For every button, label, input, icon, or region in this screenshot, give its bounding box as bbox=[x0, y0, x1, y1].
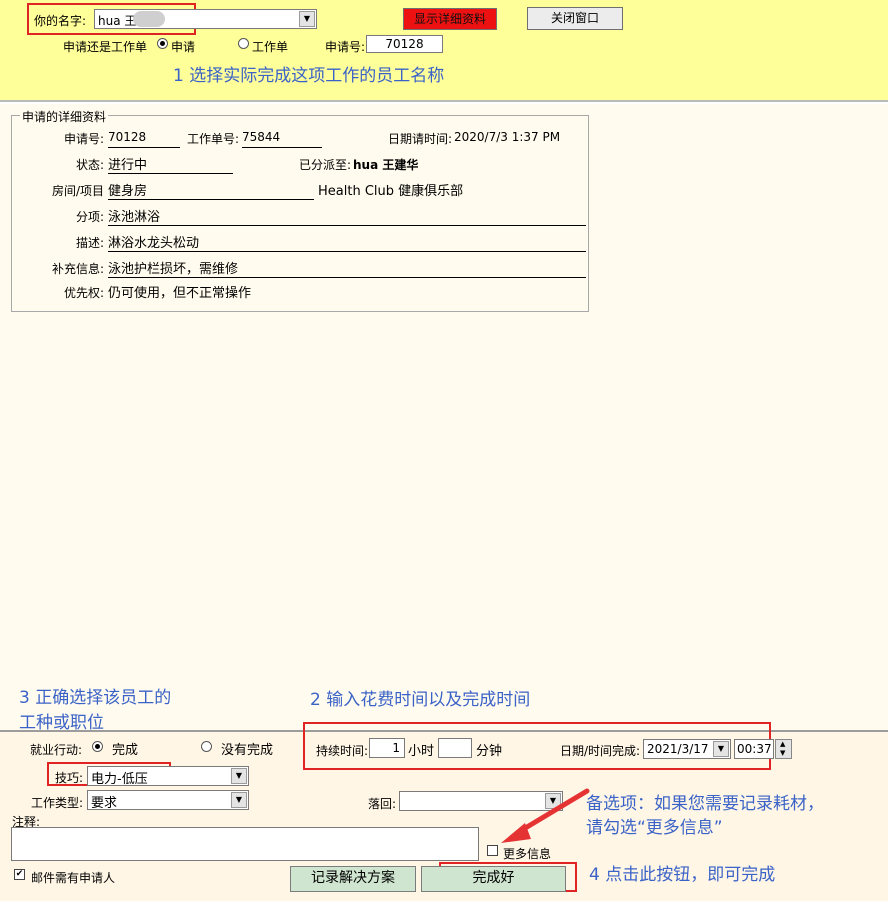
skill-select-value: 电力-低压 bbox=[91, 772, 148, 787]
worktype-label: 工作类型: bbox=[31, 796, 84, 810]
name-select[interactable]: hua 王 ▼ bbox=[94, 9, 317, 29]
detail-subitem: 泳池淋浴 bbox=[108, 206, 586, 226]
detail-desc: 淋浴水龙头松动 bbox=[108, 232, 586, 252]
completion-date-value: 2021/3/17 bbox=[647, 742, 709, 756]
skill-select[interactable]: 电力-低压 ▼ bbox=[87, 766, 249, 787]
detail-workorder-label: 工作单号: bbox=[187, 132, 240, 146]
annotation-optional-line2: 请勾选“更多信息” bbox=[586, 818, 723, 838]
detail-workorder: 75844 bbox=[242, 130, 322, 148]
annotation-step-3-line1: 3 正确选择该员工的 bbox=[19, 688, 172, 708]
completion-time-input[interactable]: 00:37 bbox=[734, 739, 774, 759]
detail-assigned: hua 王建华 bbox=[353, 158, 419, 172]
blurred-name-mask bbox=[133, 11, 165, 27]
minutes-input[interactable] bbox=[438, 738, 472, 758]
detail-status: 进行中 bbox=[108, 154, 233, 174]
email-checkbox[interactable]: ✔ bbox=[14, 869, 25, 880]
detail-room-label: 房间/项目 bbox=[52, 184, 105, 198]
details-group: 申请的详细资料 申请号: 70128 工作单号: 75844 日期请时间: 20… bbox=[11, 108, 589, 312]
radio-workorder-label: 工作单 bbox=[252, 40, 289, 54]
chevron-down-icon[interactable]: ▼ bbox=[299, 11, 315, 27]
annotation-step-4: 4 点击此按钮，即可完成 bbox=[589, 865, 776, 885]
detail-status-label: 状态: bbox=[76, 158, 105, 172]
close-window-button[interactable]: 关闭窗口 bbox=[527, 7, 623, 30]
detail-extra-label: 补充信息: bbox=[52, 262, 105, 276]
worktype-select[interactable]: 要求 ▼ bbox=[87, 790, 249, 811]
radio-action-done[interactable] bbox=[92, 741, 103, 752]
radio-action-not-done[interactable] bbox=[201, 741, 212, 752]
hours-input[interactable]: 1 bbox=[369, 738, 405, 758]
action-label: 就业行动: bbox=[30, 743, 83, 757]
fallback-label: 落回: bbox=[368, 797, 397, 811]
detail-priority-label: 优先权: bbox=[64, 286, 105, 300]
radio-workorder[interactable] bbox=[238, 38, 249, 49]
worktype-select-value: 要求 bbox=[91, 796, 118, 811]
completion-date-picker[interactable]: 2021/3/17 ▼ bbox=[643, 739, 731, 759]
chevron-down-icon[interactable]: ▼ bbox=[231, 768, 247, 784]
annotation-step-1: 1 选择实际完成这项工作的员工名称 bbox=[173, 66, 445, 86]
record-solution-button[interactable]: 记录解决方案 bbox=[290, 866, 416, 892]
detail-assigned-label: 已分派至: bbox=[299, 158, 352, 172]
show-details-button[interactable]: 显示详细资料 bbox=[403, 8, 497, 30]
skill-label: 技巧: bbox=[55, 771, 84, 785]
notes-textarea[interactable] bbox=[11, 827, 479, 861]
detail-room-extra: Health Club 健康俱乐部 bbox=[318, 184, 464, 199]
spin-up-icon[interactable]: ▲ bbox=[780, 740, 785, 748]
detail-date-label: 日期请时间: bbox=[388, 132, 453, 146]
detail-request-no: 70128 bbox=[108, 130, 180, 148]
minutes-unit: 分钟 bbox=[476, 744, 503, 759]
complete-button[interactable]: 完成好 bbox=[421, 866, 566, 892]
name-select-value: hua 王 bbox=[98, 14, 137, 28]
radio-action-not-done-label: 没有完成 bbox=[221, 743, 274, 758]
radio-action-done-label: 完成 bbox=[112, 743, 139, 758]
annotation-optional-line1: 备选项：如果您需要记录耗材， bbox=[586, 794, 824, 814]
name-label: 你的名字: bbox=[34, 14, 87, 28]
radio-request-label: 申请 bbox=[171, 40, 196, 54]
chevron-down-icon[interactable]: ▼ bbox=[231, 792, 247, 808]
radio-request[interactable] bbox=[157, 38, 168, 49]
detail-request-no-label: 申请号: bbox=[64, 132, 105, 146]
request-no-field[interactable]: 70128 bbox=[366, 35, 443, 53]
request-no-label: 申请号: bbox=[325, 40, 366, 54]
detail-desc-label: 描述: bbox=[76, 236, 105, 250]
details-legend: 申请的详细资料 bbox=[20, 108, 109, 125]
annotation-arrow-icon bbox=[501, 788, 590, 843]
hours-unit: 小时 bbox=[408, 744, 435, 759]
spin-down-icon[interactable]: ▼ bbox=[780, 749, 785, 757]
email-checkbox-label: 邮件需有申请人 bbox=[31, 871, 116, 885]
chevron-down-icon[interactable]: ▼ bbox=[713, 741, 729, 757]
detail-subitem-label: 分项: bbox=[76, 210, 105, 224]
detail-extra: 泳池护栏损坏，需维修 bbox=[108, 258, 586, 278]
detail-priority: 仍可使用，但不正常操作 bbox=[108, 286, 252, 301]
detail-date: 2020/7/3 1:37 PM bbox=[454, 130, 561, 144]
annotation-step-2: 2 输入花费时间以及完成时间 bbox=[310, 690, 531, 710]
detail-room: 健身房 bbox=[108, 180, 314, 200]
request-type-label: 申请还是工作单 bbox=[63, 40, 148, 54]
duration-label: 持续时间: bbox=[316, 744, 369, 758]
header-panel: 你的名字: hua 王 ▼ 显示详细资料 关闭窗口 申请还是工作单 申请 工作单… bbox=[0, 0, 888, 102]
time-spinner[interactable]: ▲ ▼ bbox=[775, 739, 792, 759]
datetime-label: 日期/时间完成: bbox=[560, 744, 641, 758]
